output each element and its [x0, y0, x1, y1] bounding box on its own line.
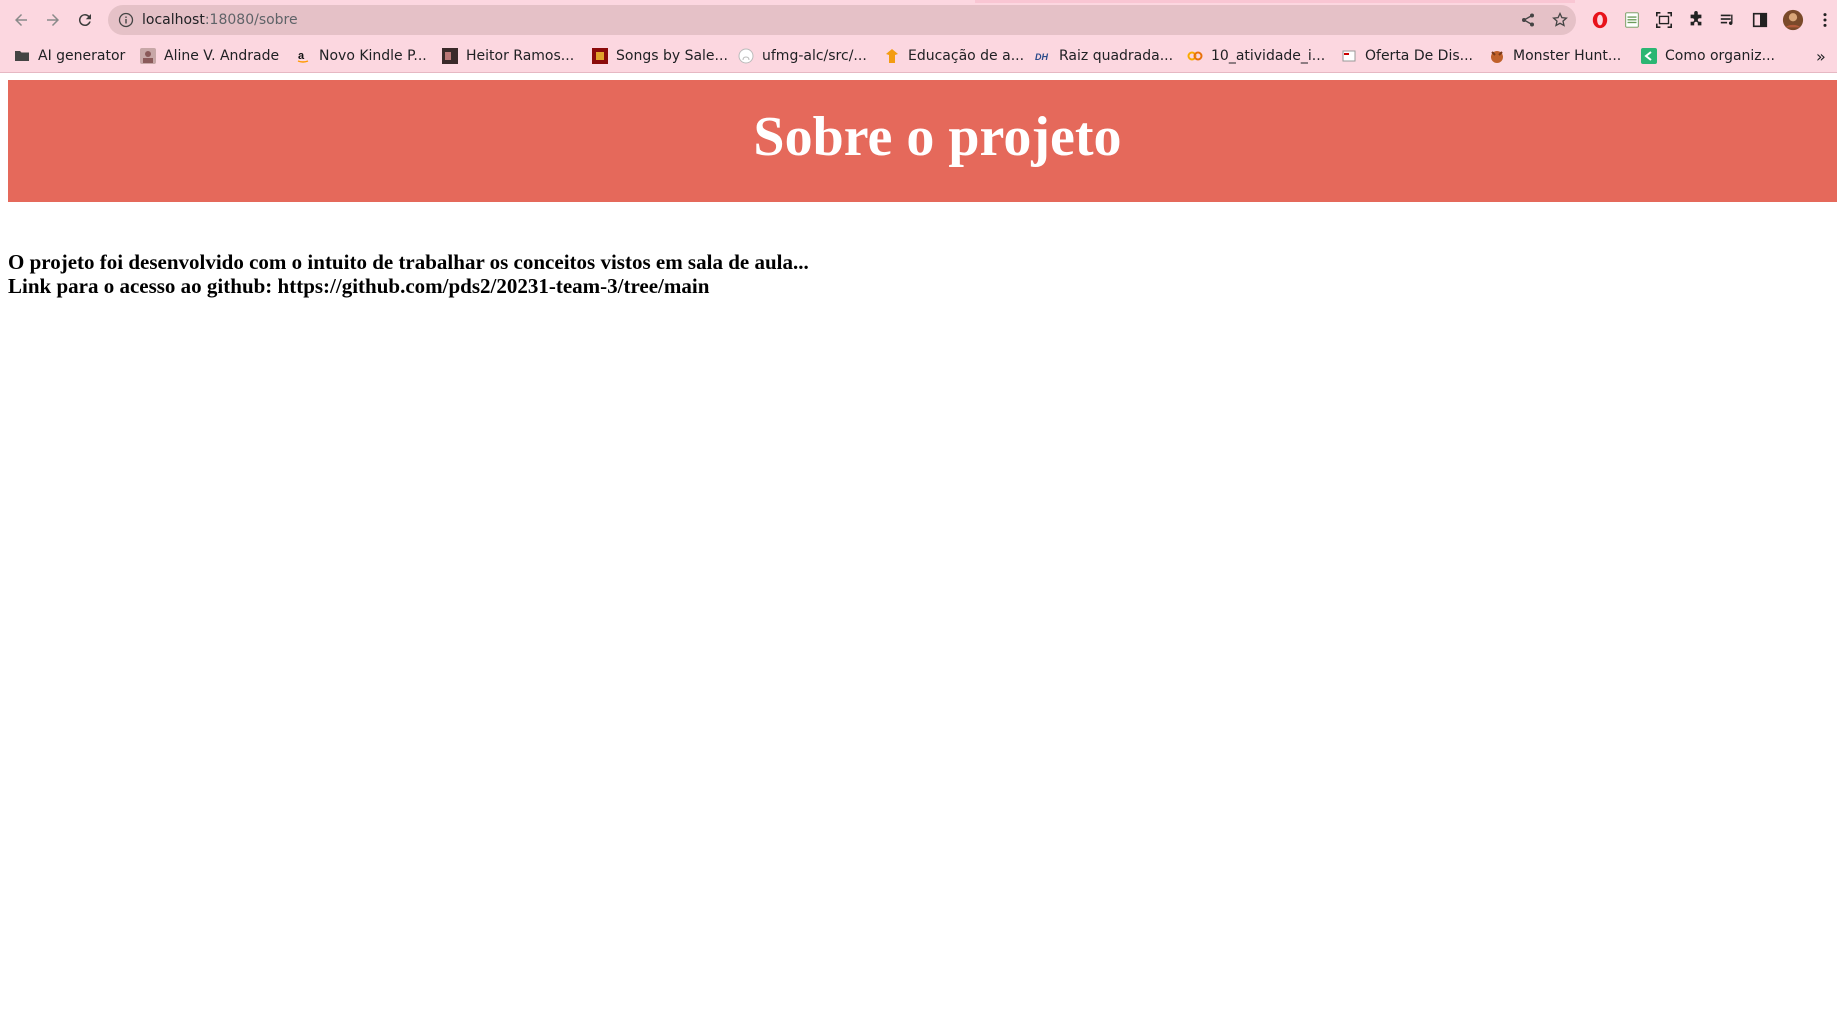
- music-favicon-icon: [592, 48, 608, 64]
- bookmark-label: Como organiz...: [1665, 48, 1775, 64]
- menu-kebab-icon[interactable]: [1815, 10, 1835, 30]
- browser-toolbar: localhost:18080/sobre: [0, 0, 1837, 40]
- svg-text:a: a: [298, 50, 305, 62]
- url-path: :18080/sobre: [204, 12, 298, 28]
- bookmark-ufmg[interactable]: ufmg-alc/src/...: [738, 45, 867, 67]
- bookmark-label: Heitor Ramos...: [466, 48, 575, 64]
- screenshot-icon[interactable]: [1654, 10, 1674, 30]
- url-host: localhost: [142, 12, 205, 28]
- bookmark-kindle[interactable]: a Novo Kindle P...: [295, 45, 427, 67]
- bookmark-label: ufmg-alc/src/...: [762, 48, 867, 64]
- bookmark-label: Oferta De Dis...: [1365, 48, 1473, 64]
- chevron-double-right-icon: »: [1816, 46, 1826, 66]
- bookmark-heitor[interactable]: Heitor Ramos...: [442, 45, 574, 67]
- green-favicon-icon: [1641, 48, 1657, 64]
- side-panel-icon[interactable]: [1750, 10, 1770, 30]
- bookmark-ai-generator[interactable]: AI generator: [14, 45, 125, 67]
- address-bar[interactable]: localhost:18080/sobre: [108, 5, 1576, 35]
- game-favicon-icon: [1489, 48, 1505, 64]
- bookmark-label: Raiz quadrada...: [1059, 48, 1174, 64]
- bookmark-label: Novo Kindle P...: [319, 48, 427, 64]
- doc-favicon-icon: [1341, 48, 1357, 64]
- orange-favicon-icon: [884, 48, 900, 64]
- extensions-puzzle-icon[interactable]: [1686, 10, 1706, 30]
- reload-button[interactable]: [72, 7, 98, 33]
- page-header: Sobre o projeto: [8, 80, 1837, 202]
- share-icon[interactable]: [1520, 12, 1536, 28]
- media-control-icon[interactable]: [1718, 10, 1738, 30]
- sheet-extension-icon[interactable]: [1622, 10, 1642, 30]
- bookmark-label: Aline V. Andrade: [164, 48, 280, 64]
- info-icon[interactable]: [118, 12, 134, 28]
- colab-icon: [1187, 48, 1203, 64]
- bookmark-label: Educação de a...: [908, 48, 1025, 64]
- bookmark-monster-hunter[interactable]: Monster Hunt...: [1489, 45, 1621, 67]
- bookmark-como-organizar[interactable]: Como organiz...: [1641, 45, 1775, 67]
- back-arrow-icon: [15, 14, 27, 26]
- bookmark-label: Songs by Sale...: [616, 48, 728, 64]
- page-title: Sobre o projeto: [753, 106, 1122, 168]
- url-text[interactable]: localhost:18080/sobre: [142, 5, 298, 35]
- bookmark-aline[interactable]: Aline V. Andrade: [140, 45, 279, 67]
- github-icon: [738, 48, 754, 64]
- avatar-favicon-icon: [140, 48, 156, 64]
- bookmark-label: Monster Hunt...: [1513, 48, 1622, 64]
- bookmark-raiz[interactable]: DH Raiz quadrada...: [1035, 45, 1173, 67]
- description-text: O projeto foi desenvolvido com o intuito…: [8, 250, 809, 274]
- bookmark-star-icon[interactable]: [1552, 12, 1568, 28]
- tab-accent: [975, 0, 1575, 3]
- forward-arrow-icon: [47, 14, 59, 26]
- page-content: O projeto foi desenvolvido com o intuito…: [8, 250, 809, 298]
- more-bookmarks-button[interactable]: »: [1816, 45, 1826, 67]
- bookmark-educacao[interactable]: Educação de a...: [884, 45, 1024, 67]
- bookmark-label: AI generator: [38, 48, 126, 64]
- bookmark-atividade[interactable]: 10_atividade_i...: [1187, 45, 1325, 67]
- bookmark-oferta[interactable]: Oferta De Dis...: [1341, 45, 1473, 67]
- github-link-text: Link para o acesso ao github: https://gi…: [8, 274, 710, 298]
- folder-icon: [14, 48, 30, 64]
- bookmarks-bar: AI generator Aline V. Andrade a Novo Kin…: [0, 40, 1837, 73]
- bookmark-songs[interactable]: Songs by Sale...: [592, 45, 728, 67]
- profile-avatar[interactable]: [1781, 8, 1805, 32]
- bookmark-label: 10_atividade_i...: [1211, 48, 1326, 64]
- image-favicon-icon: [442, 48, 458, 64]
- amazon-icon: a: [295, 48, 311, 64]
- back-button[interactable]: [8, 7, 34, 33]
- math-favicon-icon: DH: [1035, 48, 1051, 64]
- opera-icon[interactable]: [1590, 10, 1610, 30]
- svg-text:DH: DH: [1035, 52, 1048, 62]
- forward-button[interactable]: [40, 7, 66, 33]
- reload-icon: [78, 14, 91, 27]
